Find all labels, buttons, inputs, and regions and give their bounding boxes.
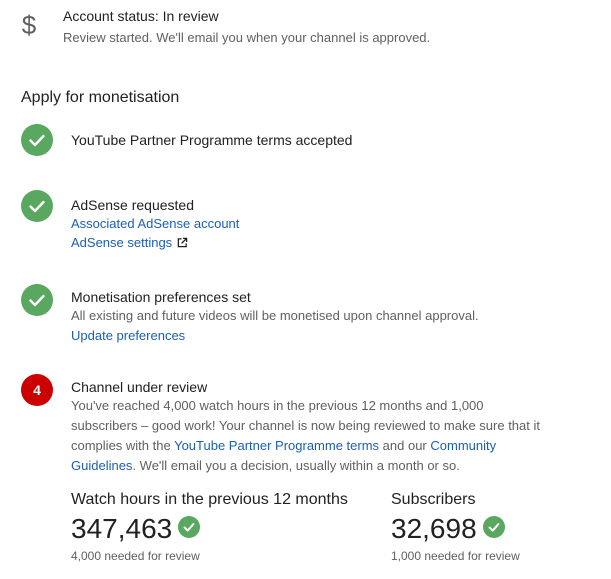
stat-value: 32,698: [391, 513, 477, 544]
update-preferences-link[interactable]: Update preferences: [71, 326, 551, 345]
check-circle-icon: [482, 516, 505, 538]
stat-label: Subscribers: [391, 491, 476, 508]
adsense-settings-link[interactable]: AdSense settings: [71, 233, 172, 252]
check-circle-icon: [178, 516, 201, 538]
partner-programme-terms-link[interactable]: YouTube Partner Programme terms: [174, 438, 379, 453]
check-circle-icon: [21, 124, 53, 156]
account-status-subtitle: Review started. We'll email you when you…: [63, 30, 431, 45]
step-title: Channel under review: [71, 379, 208, 395]
step-title: YouTube Partner Programme terms accepted: [71, 132, 353, 148]
stat-label: Watch hours in the previous 12 months: [71, 491, 348, 508]
step-number-badge: 4: [21, 374, 53, 406]
description-text: and our: [379, 438, 431, 453]
external-link-icon: [177, 237, 188, 248]
stat-note: 1,000 needed for review: [391, 549, 520, 563]
step-description: You've reached 4,000 watch hours in the …: [71, 396, 551, 476]
step-title: AdSense requested: [71, 197, 194, 213]
stat-note: 4,000 needed for review: [71, 549, 200, 563]
monetisation-page: $ Account status: In review Review start…: [0, 0, 611, 579]
account-status-title: Account status: In review: [63, 8, 219, 24]
watch-hours-stat: Watch hours in the previous 12 months 34…: [71, 490, 348, 564]
check-circle-icon: [21, 284, 53, 316]
associated-adsense-account-link[interactable]: Associated AdSense account: [71, 214, 551, 233]
check-circle-icon: [21, 190, 53, 222]
step-title: Monetisation preferences set: [71, 289, 251, 305]
stat-value: 347,463: [71, 513, 173, 544]
section-title: Apply for monetisation: [21, 89, 180, 106]
dollar-icon: $: [21, 10, 37, 40]
description-text: . We'll email you a decision, usually wi…: [132, 458, 460, 473]
subscribers-stat: Subscribers 32,698 1,000 needed for revi…: [391, 490, 520, 564]
step-description: All existing and future videos will be m…: [71, 308, 479, 323]
